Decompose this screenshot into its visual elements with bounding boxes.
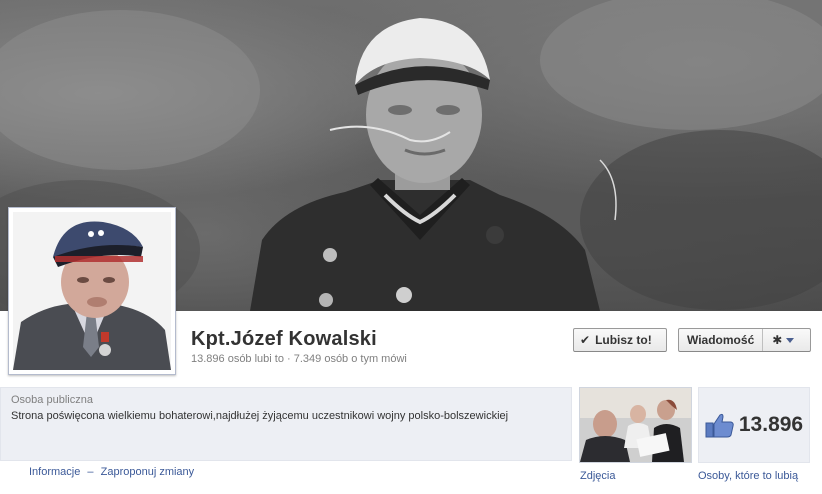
- message-button-group: Wiadomość ✱: [678, 328, 811, 352]
- page-title[interactable]: Kpt.Józef Kowalski: [191, 328, 377, 351]
- about-links: Informacje – Zaproponuj zmiany: [29, 466, 194, 478]
- about-box: Osoba publiczna Strona poświęcona wielki…: [0, 387, 572, 461]
- info-link[interactable]: Informacje: [29, 466, 80, 478]
- link-separator: –: [87, 466, 94, 478]
- photos-thumbnail: [580, 388, 691, 462]
- check-icon: ✔: [580, 333, 591, 347]
- photos-tile[interactable]: [579, 387, 692, 463]
- message-button[interactable]: Wiadomość: [679, 329, 764, 351]
- likes-link[interactable]: Osoby, które to lubią: [698, 470, 798, 482]
- profile-picture[interactable]: [8, 207, 176, 375]
- page-description: Strona poświęcona wielkiemu bohaterowi,n…: [11, 410, 509, 422]
- settings-dropdown-button[interactable]: ✱: [763, 333, 803, 347]
- page-category: Osoba publiczna: [11, 394, 93, 406]
- thumbs-up-icon: [705, 413, 734, 438]
- like-button-label: Lubisz to!: [595, 333, 652, 347]
- like-button[interactable]: ✔ Lubisz to!: [573, 328, 667, 352]
- likes-count: 13.896: [738, 413, 804, 436]
- page-stats: 13.896 osób lubi to · 7.349 osób o tym m…: [191, 353, 407, 365]
- gear-icon: ✱: [772, 333, 783, 347]
- profile-picture-image: [13, 212, 171, 370]
- caret-down-icon: [786, 337, 795, 343]
- photos-link[interactable]: Zdjęcia: [580, 470, 615, 482]
- suggest-edits-link[interactable]: Zaproponuj zmiany: [101, 466, 195, 478]
- likes-tile[interactable]: 13.896: [698, 387, 810, 463]
